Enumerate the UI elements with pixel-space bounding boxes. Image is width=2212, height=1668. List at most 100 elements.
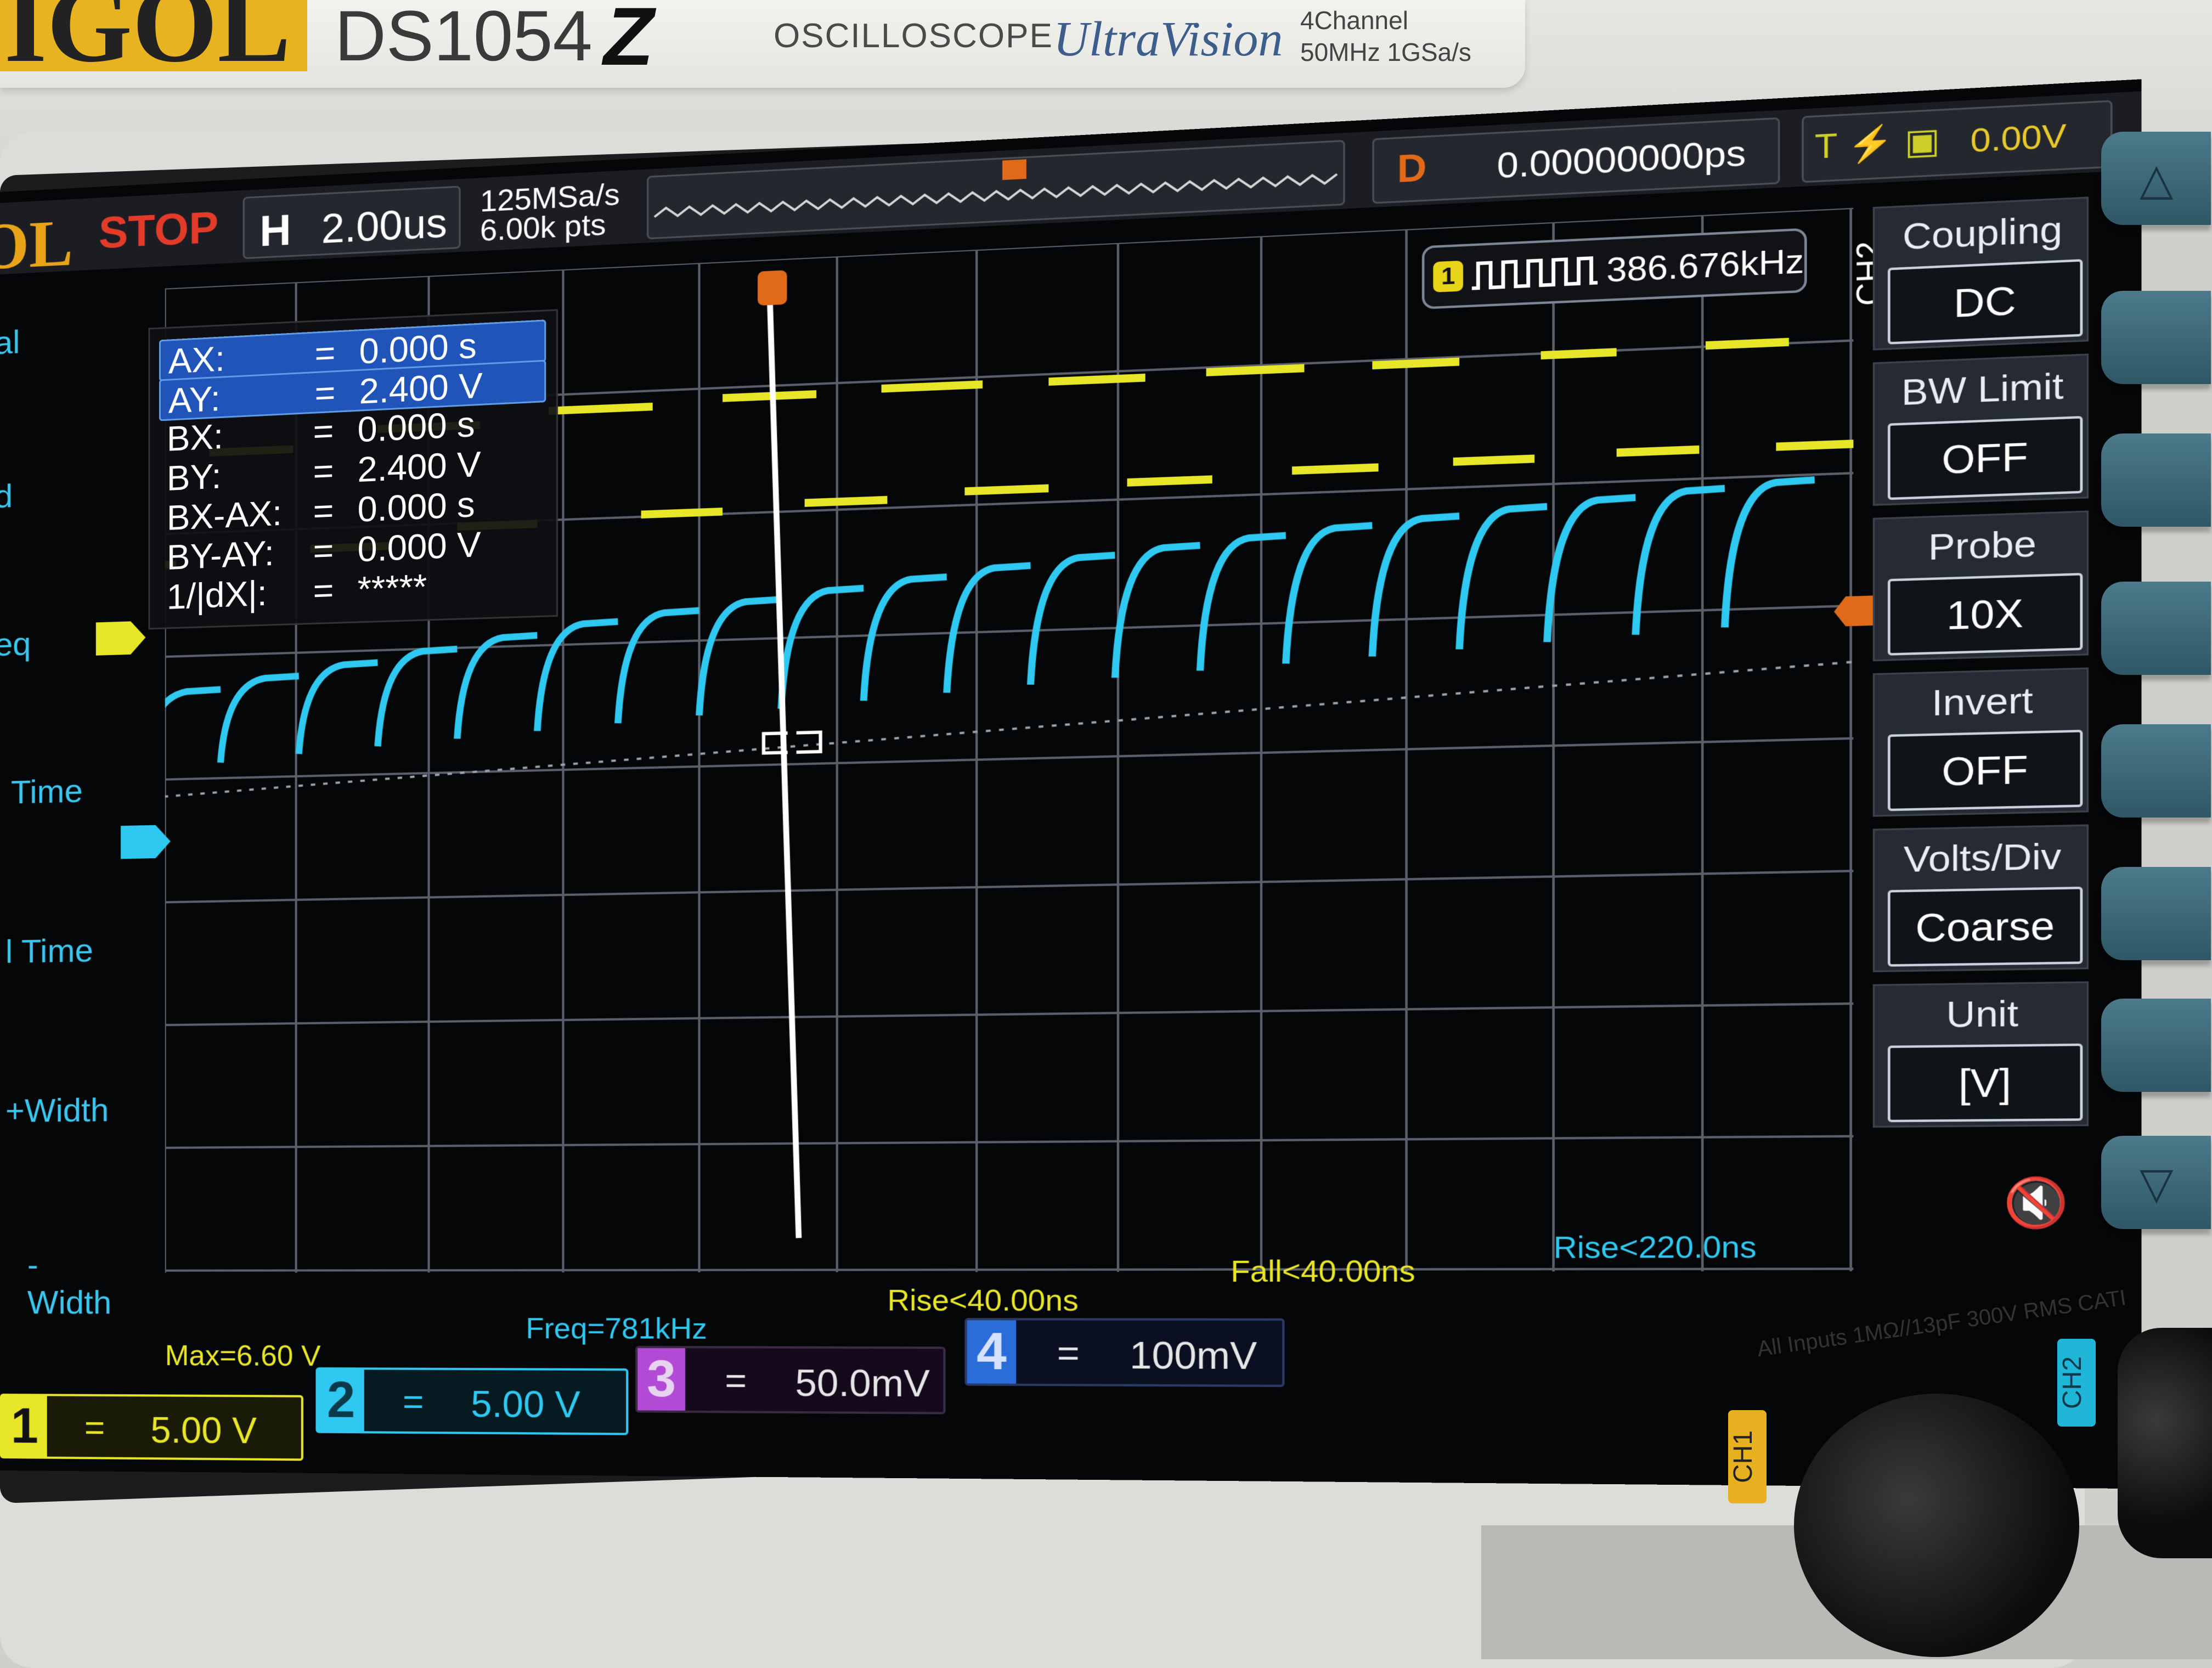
menu-title: Invert: [1875, 678, 2090, 726]
menu-down-button[interactable]: ▽: [2101, 1136, 2211, 1229]
ch4-volts: 100mV: [1130, 1333, 1257, 1378]
model-name: DS1054: [335, 0, 592, 77]
softkey-5-button[interactable]: [2101, 867, 2211, 960]
acquisition-info: 125MSa/s 6.00k pts: [480, 180, 620, 246]
cursor-key: BY-AY:: [167, 532, 274, 578]
oscilloscope-screen: OL STOP H 2.00us 125MSa/s 6.00k pts D 0.…: [0, 79, 2142, 1489]
left-menu-item-4[interactable]: Time: [11, 771, 83, 811]
overview-wave: [648, 142, 1343, 238]
cursor-eq: =: [313, 410, 334, 452]
channel-menu: CH2 Coupling DC BW Limit OFF Probe 10X I…: [1873, 196, 2095, 1332]
softkey-2-button[interactable]: [2101, 433, 2211, 527]
menu-unit[interactable]: Unit [V]: [1873, 981, 2089, 1128]
cursor-value: 0.000 V: [358, 523, 481, 570]
menu-value: Coarse: [1888, 887, 2083, 967]
ch1-coupling: =: [84, 1407, 105, 1449]
ch1-number: 1: [2, 1396, 47, 1457]
trigger-position-marker[interactable]: [758, 270, 787, 306]
cursor-value: 2.400 V: [358, 443, 481, 490]
menu-value: DC: [1888, 259, 2083, 345]
ch2-offset-marker[interactable]: [121, 825, 171, 859]
ch2-bnc-connector[interactable]: [2118, 1328, 2212, 1558]
cursor-eq: =: [313, 490, 334, 532]
memory-depth: 6.00k pts: [480, 209, 620, 245]
brand-logo: IGOL: [0, 0, 307, 71]
menu-volts-div[interactable]: Volts/Div Coarse: [1873, 824, 2089, 972]
cursor-eq: =: [315, 333, 336, 375]
menu-up-button[interactable]: △: [2101, 132, 2211, 225]
menu-value: [V]: [1888, 1044, 2083, 1122]
cursor-eq: =: [313, 530, 334, 572]
measure-max: Max=6.60 V: [165, 1339, 321, 1373]
menu-value: OFF: [1888, 730, 2083, 811]
ch1-scale[interactable]: 1 = 5.00 V: [0, 1394, 303, 1461]
ch1-input-label: CH1: [1728, 1410, 1767, 1503]
pulse-icon: [1472, 253, 1598, 294]
cursor-key: BX:: [167, 416, 223, 459]
ch3-scale[interactable]: 3 = 50.0mV: [635, 1346, 946, 1415]
ch1-bnc-connector[interactable]: [1794, 1394, 2079, 1657]
ch3-coupling: =: [725, 1360, 747, 1402]
run-state: STOP: [99, 201, 218, 258]
measure-freq: Freq=781kHz: [526, 1312, 707, 1346]
menu-title: BW Limit: [1875, 364, 2090, 415]
ch3-number: 3: [637, 1348, 685, 1411]
menu-title: Coupling: [1875, 207, 2090, 260]
brand-plate: IGOL DS1054 Z OSCILLOSCOPE UltraVision 4…: [0, 0, 1525, 88]
softkey-4-button[interactable]: [2101, 724, 2211, 818]
cursor-value: *****: [358, 566, 427, 610]
ch1-volts: 5.00 V: [150, 1409, 257, 1452]
trigger-marker: [1002, 159, 1026, 180]
center-marker-icon: ⊏⊐: [758, 717, 827, 764]
ch2-ground-line: [165, 662, 1854, 805]
menu-probe[interactable]: Probe 10X: [1873, 510, 2089, 661]
counter-value: 386.676kHz: [1606, 241, 1804, 290]
left-menu-item-5[interactable]: l Time: [5, 931, 93, 971]
trigger-type: T ⚡ ▣: [1815, 120, 1940, 167]
ch4-scale[interactable]: 4 = 100mV: [964, 1318, 1284, 1387]
delay-label: D: [1397, 145, 1427, 191]
menu-title: Volts/Div: [1875, 835, 2090, 881]
measure-rise-ch1: Rise<40.00ns: [887, 1283, 1078, 1318]
menu-title: Probe: [1875, 521, 2090, 571]
cursor-key: AX:: [168, 338, 225, 381]
trigger-level: 0.00V: [1971, 116, 2067, 160]
ch2-coupling: =: [403, 1381, 424, 1423]
ch4-coupling: =: [1057, 1332, 1080, 1374]
menu-coupling[interactable]: Coupling DC: [1873, 196, 2089, 350]
menu-value: 10X: [1888, 573, 2083, 656]
counter-channel-badge: 1: [1433, 261, 1463, 292]
measure-fall: Fall<40.00ns: [1231, 1254, 1415, 1289]
softkey-1-button[interactable]: [2101, 291, 2211, 384]
left-menu: al d eq Time l Time +Width -Width: [0, 297, 110, 1301]
product-label: OSCILLOSCOPE: [774, 16, 1053, 55]
cursor-key: BY:: [167, 455, 221, 499]
series-logo: UltraVision: [1053, 11, 1283, 67]
left-menu-item-6[interactable]: +Width: [5, 1091, 109, 1130]
waveform-overview: [647, 140, 1345, 239]
screen-logo: OL: [0, 205, 73, 285]
ch3-volts: 50.0mV: [795, 1361, 929, 1405]
menu-value: OFF: [1888, 416, 2083, 500]
spec-label: 4Channel 50MHz 1GSa/s: [1300, 4, 1471, 68]
model-suffix: Z: [603, 0, 654, 84]
softkey-6-button[interactable]: [2101, 999, 2211, 1092]
left-menu-item-1[interactable]: al: [0, 323, 20, 362]
softkey-3-button[interactable]: [2101, 582, 2211, 675]
ch2-scale[interactable]: 2 = 5.00 V: [315, 1367, 628, 1435]
left-menu-item-2[interactable]: d: [0, 477, 13, 515]
ch2-number: 2: [318, 1370, 364, 1431]
edge-icon: ⚡ ▣: [1847, 121, 1940, 164]
menu-title: Unit: [1875, 991, 2090, 1037]
ch1-offset-marker[interactable]: [96, 621, 146, 656]
menu-bw-limit[interactable]: BW Limit OFF: [1873, 353, 2089, 506]
menu-invert[interactable]: Invert OFF: [1873, 667, 2089, 816]
ch2-input-label: CH2: [2057, 1339, 2096, 1427]
trigger-label: T: [1815, 126, 1837, 166]
ch4-number: 4: [967, 1320, 1017, 1383]
cursor-eq: =: [315, 372, 336, 414]
cursor-rows: AX: = 0.000 s AY: = 2.400 V BX: = 0.000 …: [154, 319, 554, 626]
speaker-mute-icon[interactable]: 🔇: [2003, 1175, 2068, 1232]
timebase-value: 2.00us: [321, 199, 447, 252]
left-menu-item-3[interactable]: eq: [0, 624, 31, 663]
